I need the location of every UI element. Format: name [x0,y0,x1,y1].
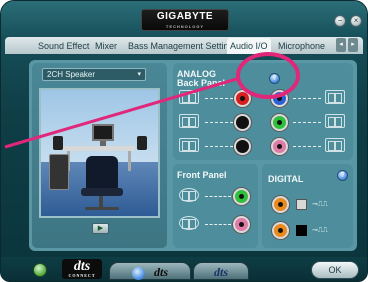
digital-section: DIGITAL ? ⊸⎍⎍ ⊸⎍⎍ [262,164,353,248]
chevron-down-icon: ▾ [137,71,141,78]
dolby-toggle-icon[interactable] [33,263,47,277]
monitor-device-icon [325,90,345,104]
front-panel-section: Front Panel [173,164,258,248]
tab-next-button[interactable]: ▸ [348,38,358,52]
spdif-out-icon: ⊸⎍⎍ [312,201,328,208]
audio-manager-window: GIGABYTE TECHNOLOGY − × Sound Effect Mix… [0,0,368,282]
close-button[interactable]: × [350,15,362,27]
back-panel-subtitle: Back Panel [177,78,226,88]
gigabyte-logo: GIGABYTE TECHNOLOGY [141,9,229,31]
digital-help-icon[interactable]: ? [337,170,348,181]
cable-line [205,146,233,147]
cable-line [293,146,321,147]
dts-logo-subtitle: CONNECT [68,273,96,278]
cable-line [293,98,321,99]
back-port-1-icon [179,90,199,104]
back-port-2-icon [179,114,199,128]
highlight-circle-annotation [236,52,300,99]
tab-mixer[interactable]: Mixer [92,38,120,54]
digital-jack-orange[interactable] [272,196,289,213]
jack-green[interactable] [271,114,288,131]
jack-pink[interactable] [271,138,288,155]
dts-button-1-label: dts [153,265,168,279]
tab-microphone[interactable]: Microphone [275,38,328,54]
bottom-bar: dts CONNECT dts dts OK [1,257,367,281]
right-speaker-icon[interactable] [137,136,147,150]
cable-line [205,196,231,197]
tab-bass-management[interactable]: Bass Management Setting [125,38,237,54]
speaker-device-icon [325,114,345,128]
title-bar: GIGABYTE TECHNOLOGY − × [1,1,367,37]
ok-button[interactable]: OK [311,261,359,279]
tab-prev-button[interactable]: ◂ [336,38,346,52]
front-jack-pink[interactable] [233,216,250,233]
microphone-device-icon [325,138,345,152]
chair-seat [81,188,123,196]
speaker-config-value: 2CH Speaker [47,70,96,79]
back-port-3-icon [179,138,199,152]
dts-button-1[interactable]: dts [109,262,191,280]
dts-button-2[interactable]: dts [193,262,249,280]
speaker-config-select[interactable]: 2CH Speaker ▾ [42,68,146,81]
audio-io-panel: 2CH Speaker ▾ ▶ ANALOG Back Panel ? Fron… [29,60,357,251]
chair-back [86,156,118,190]
info-icon [131,266,145,280]
pc-tower-icon [49,154,69,190]
dts-connect-logo: dts CONNECT [62,259,102,279]
jack-black[interactable] [234,114,251,131]
brand-name: GIGABYTE [156,11,214,22]
cable-line [293,122,321,123]
microphone-icon [179,216,199,230]
digital-jack-orange-2[interactable] [272,222,289,239]
brand-subtitle: TECHNOLOGY [165,24,205,29]
cable-line [205,122,233,123]
optical-port-icon [296,199,307,210]
digital-title: DIGITAL [268,174,304,184]
minimize-button[interactable]: − [334,15,346,27]
room-illustration [39,88,160,218]
tab-bar: Sound Effect Mixer Bass Management Setti… [5,37,363,54]
chair-foot [85,207,119,210]
dts-logo-text: dts [73,259,91,274]
left-speaker-icon[interactable] [53,136,63,150]
jack-black[interactable] [234,138,251,155]
headphone-icon [179,188,199,202]
speaker-config-panel: 2CH Speaker ▾ ▶ [32,63,167,248]
front-jack-green[interactable] [233,188,250,205]
tab-sound-effect[interactable]: Sound Effect [35,38,92,54]
spdif-in-icon: ⊸⎍⎍ [312,227,328,234]
play-test-button[interactable]: ▶ [92,223,109,234]
cable-line [205,224,231,225]
front-panel-title: Front Panel [177,170,227,180]
coaxial-port-icon [296,225,307,236]
monitor-icon [92,124,114,141]
cable-line [205,98,233,99]
